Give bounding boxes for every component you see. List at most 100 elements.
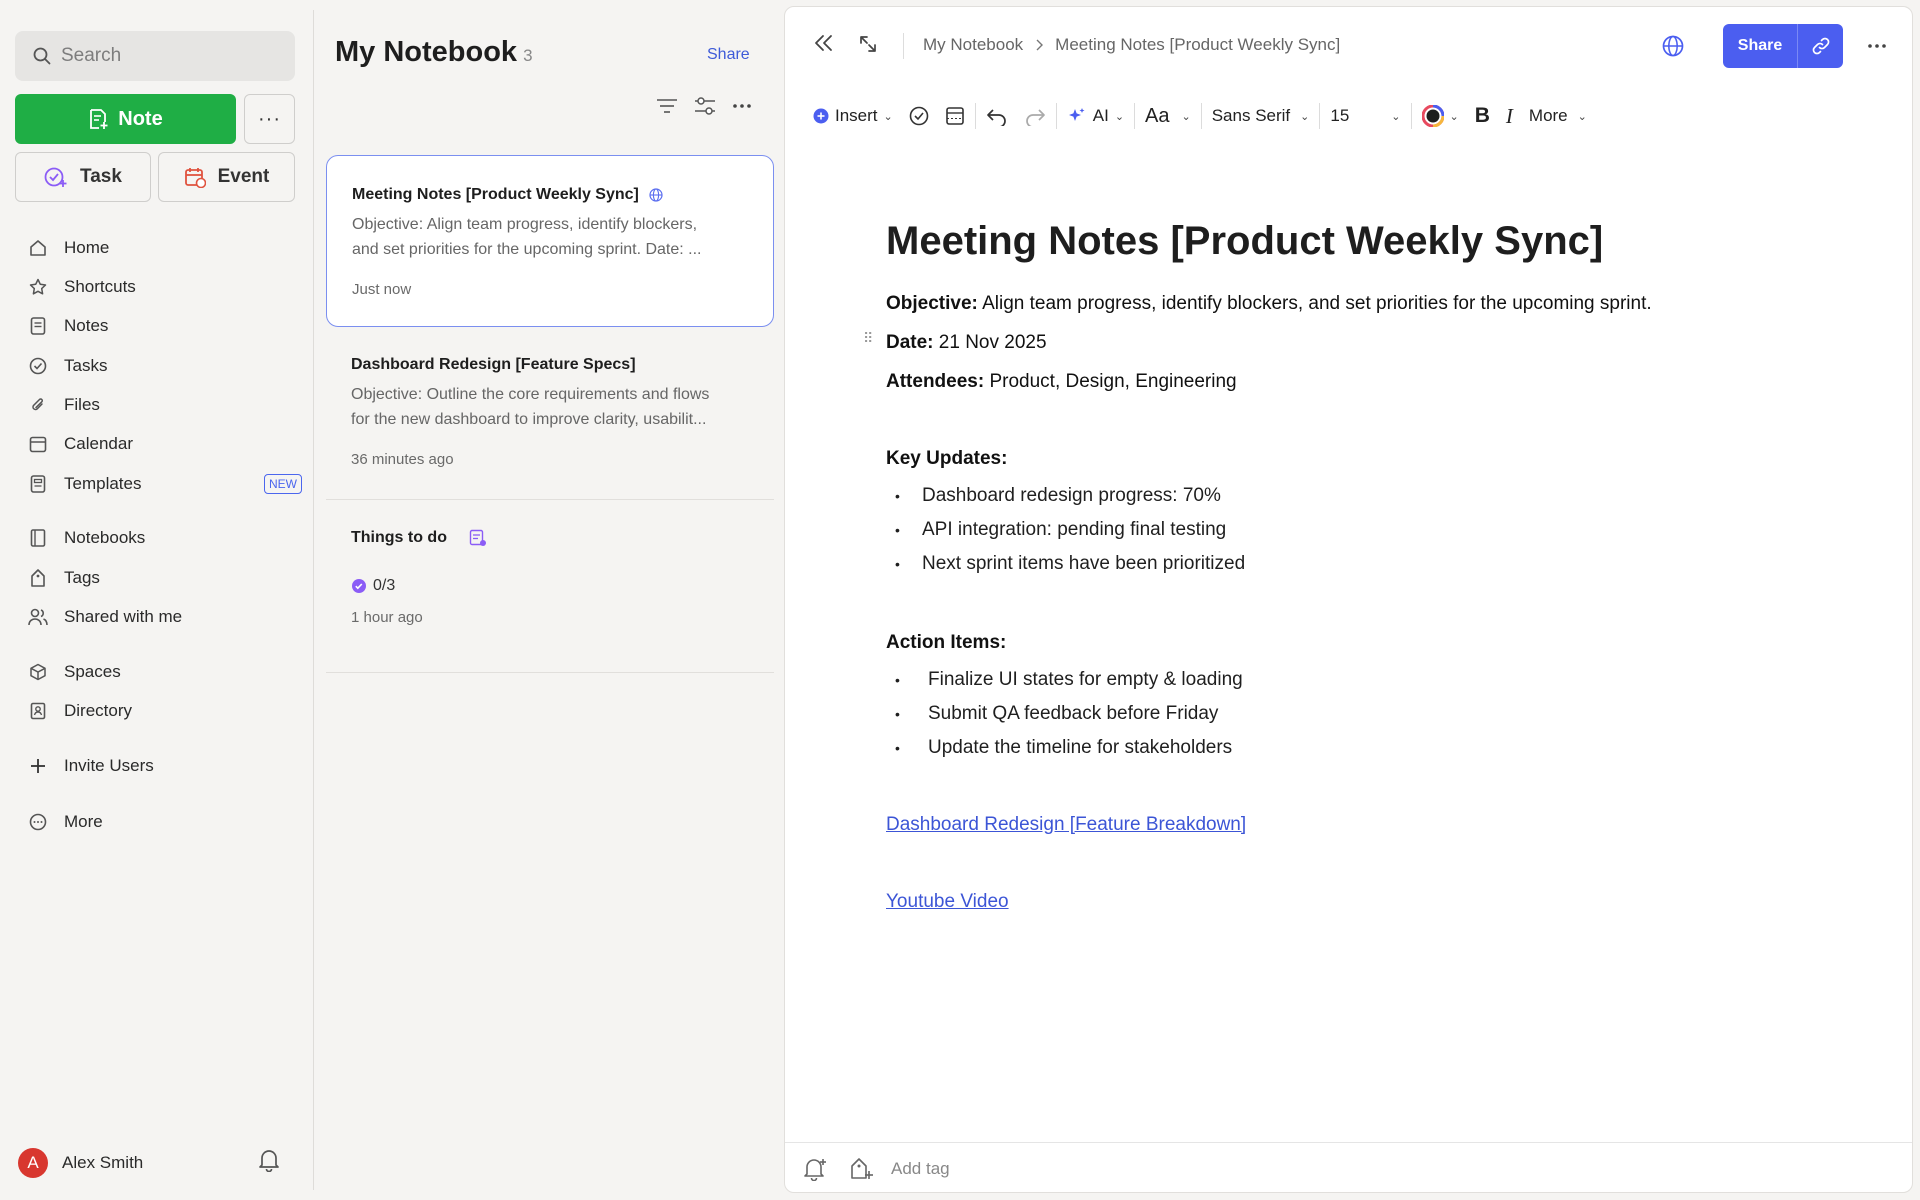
- youtube-video-link[interactable]: Youtube Video: [886, 891, 1009, 912]
- attendees-line[interactable]: Attendees: Product, Design, Engineering: [886, 362, 1866, 401]
- note-card-preview-line: and set priorities for the upcoming spri…: [352, 241, 702, 258]
- chevron-down-icon: ⌄: [1391, 110, 1401, 123]
- editor-footer: Add tag: [785, 1142, 1912, 1194]
- list-item[interactable]: Submit QA feedback before Friday: [886, 697, 1866, 731]
- collapse-sidebar-icon[interactable]: [812, 33, 836, 53]
- user-account[interactable]: A Alex Smith: [18, 1148, 143, 1178]
- insert-button[interactable]: Insert ⌄: [805, 99, 901, 133]
- drag-handle-icon[interactable]: ⠿: [863, 330, 873, 347]
- actions-heading[interactable]: Action Items:: [886, 623, 1866, 662]
- tag-add-icon: [849, 1157, 873, 1181]
- new-event-button[interactable]: Event: [158, 152, 295, 202]
- sidebar-item-shared-with-me[interactable]: Shared with me: [28, 603, 308, 631]
- list-item[interactable]: Update the timeline for stakeholders: [886, 731, 1866, 765]
- sidebar-item-label: Invite Users: [64, 756, 154, 775]
- sidebar-item-label: Calendar: [64, 434, 133, 453]
- redo-button[interactable]: [1016, 99, 1054, 133]
- ellipsis-icon: ···: [258, 107, 281, 130]
- note-card-things-to-do[interactable]: Things to do 0/3 1 hour ago: [326, 529, 774, 626]
- feature-breakdown-link[interactable]: Dashboard Redesign [Feature Breakdown]: [886, 814, 1246, 835]
- reminder-icon[interactable]: [803, 1157, 827, 1181]
- list-item[interactable]: Dashboard redesign progress: 70%: [886, 479, 1866, 513]
- template-icon: [28, 474, 48, 494]
- list-separator: [326, 499, 774, 500]
- undo-button[interactable]: [978, 99, 1016, 133]
- new-more-button[interactable]: ···: [244, 94, 295, 144]
- sidebar-item-files[interactable]: Files: [28, 391, 308, 419]
- updates-heading[interactable]: Key Updates:: [886, 439, 1866, 478]
- sidebar-item-home[interactable]: Home: [28, 234, 308, 262]
- globe-icon[interactable]: [1661, 34, 1685, 58]
- document-title[interactable]: Meeting Notes [Product Weekly Sync]: [886, 219, 1866, 264]
- copy-link-icon[interactable]: [1798, 24, 1843, 68]
- objective-line[interactable]: Objective: Align team progress, identify…: [886, 284, 1866, 323]
- list-item[interactable]: API integration: pending final testing: [886, 513, 1866, 547]
- user-name: Alex Smith: [62, 1153, 144, 1172]
- more-format-button[interactable]: More ⌄: [1521, 99, 1595, 133]
- table-button[interactable]: [937, 99, 973, 133]
- breadcrumb-note[interactable]: Meeting Notes [Product Weekly Sync]: [1055, 35, 1340, 55]
- bold-button[interactable]: B: [1467, 99, 1498, 133]
- sidebar-item-label: Tasks: [64, 356, 108, 375]
- sidebar-item-invite-users[interactable]: Invite Users: [28, 752, 308, 780]
- add-tag-button[interactable]: Add tag: [849, 1157, 950, 1181]
- updates-heading-text: Key Updates:: [886, 448, 1008, 469]
- list-item[interactable]: Finalize UI states for empty & loading: [886, 663, 1866, 697]
- sidebar-item-shortcuts[interactable]: Shortcuts: [28, 273, 308, 301]
- sidebar-item-label: Notes: [64, 316, 109, 335]
- new-task-button[interactable]: Task: [15, 152, 151, 202]
- sidebar-item-calendar[interactable]: Calendar: [28, 430, 308, 458]
- note-card-dashboard-redesign[interactable]: Dashboard Redesign [Feature Specs] Objec…: [326, 356, 774, 468]
- font-size-select[interactable]: 15 ⌄: [1322, 99, 1408, 133]
- search-input[interactable]: [61, 45, 261, 67]
- text-color-button[interactable]: ⌄: [1414, 99, 1467, 133]
- sidebar-item-notes[interactable]: Notes: [28, 312, 308, 340]
- note-card-title-row: Things to do: [351, 529, 774, 547]
- task-progress-text: 0/3: [373, 577, 396, 594]
- sidebar-item-more[interactable]: More: [28, 808, 308, 836]
- list-options-icon[interactable]: [732, 103, 752, 109]
- chevron-down-icon: ⌄: [1181, 110, 1191, 123]
- filter-icon[interactable]: [694, 96, 716, 116]
- tag-icon: [28, 568, 48, 588]
- sidebar-item-spaces[interactable]: Spaces: [28, 658, 308, 686]
- search-icon: [33, 47, 51, 65]
- notifications-button[interactable]: [258, 1148, 280, 1172]
- font-size-value: 15: [1330, 106, 1350, 125]
- link-line-2: Youtube Video: [886, 882, 1866, 921]
- note-card-meeting-notes[interactable]: Meeting Notes [Product Weekly Sync] Obje…: [326, 155, 774, 327]
- date-line[interactable]: Date: 21 Nov 2025: [886, 323, 1866, 362]
- sort-icon[interactable]: [656, 97, 678, 115]
- sidebar-item-directory[interactable]: Directory: [28, 697, 308, 725]
- bell-icon: [258, 1148, 280, 1172]
- expand-icon[interactable]: [858, 34, 878, 54]
- chevron-right-icon: [1035, 39, 1044, 51]
- note-card-time: Just now: [352, 281, 412, 298]
- document-body[interactable]: Meeting Notes [Product Weekly Sync] Obje…: [886, 219, 1866, 921]
- table-icon: [945, 106, 965, 126]
- new-note-button[interactable]: Note: [15, 94, 236, 144]
- checklist-button[interactable]: [901, 99, 937, 133]
- sidebar-item-templates[interactable]: Templates NEW: [28, 470, 308, 498]
- sidebar-item-tasks[interactable]: Tasks: [28, 352, 308, 380]
- add-tag-label: Add tag: [891, 1158, 950, 1178]
- sidebar-item-notebooks[interactable]: Notebooks: [28, 524, 308, 552]
- note-card-preview: Objective: Align team progress, identify…: [352, 212, 752, 262]
- notebook-title: My Notebook 3: [335, 36, 533, 69]
- sidebar-item-tags[interactable]: Tags: [28, 564, 308, 592]
- text-style-button[interactable]: Aa ⌄: [1137, 99, 1199, 133]
- topbar-divider: [903, 33, 904, 59]
- font-family-select[interactable]: Sans Serif ⌄: [1204, 99, 1318, 133]
- more-options-icon[interactable]: [1867, 43, 1887, 49]
- breadcrumb-notebook[interactable]: My Notebook: [923, 35, 1023, 55]
- note-add-icon: [88, 108, 108, 130]
- note-card-title: Meeting Notes [Product Weekly Sync]: [352, 186, 639, 203]
- share-button[interactable]: Share: [1723, 24, 1843, 68]
- search-box[interactable]: [15, 31, 295, 81]
- list-item[interactable]: Next sprint items have been prioritized: [886, 547, 1866, 581]
- ai-button[interactable]: AI ⌄: [1059, 99, 1132, 133]
- notebook-share-link[interactable]: Share: [707, 46, 750, 64]
- share-button-label: Share: [1723, 24, 1798, 68]
- italic-button[interactable]: I: [1498, 99, 1521, 133]
